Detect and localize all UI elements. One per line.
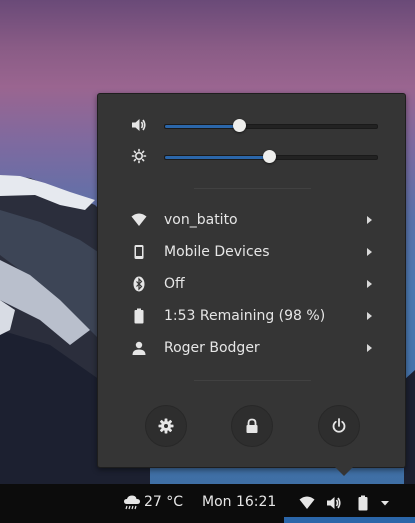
menu-item-user[interactable]: Roger Bodger bbox=[98, 333, 405, 363]
menu-item-bluetooth[interactable]: Off bbox=[98, 269, 405, 299]
brightness-slider-fill bbox=[165, 156, 269, 159]
clock[interactable]: Mon 16:21 bbox=[202, 494, 276, 510]
menu-item-mobile-devices[interactable]: Mobile Devices bbox=[98, 237, 405, 267]
wifi-icon bbox=[131, 213, 147, 226]
user-name-label: Roger Bodger bbox=[164, 340, 260, 356]
panel-pointer bbox=[333, 465, 355, 476]
separator bbox=[194, 188, 311, 189]
brightness-slider-row bbox=[98, 144, 405, 168]
submenu-arrow-icon bbox=[367, 344, 372, 352]
brightness-icon bbox=[131, 148, 147, 164]
menu-item-battery[interactable]: 1:53 Remaining (98 %) bbox=[98, 301, 405, 331]
battery-status-label: 1:53 Remaining (98 %) bbox=[164, 308, 326, 324]
volume-slider-fill bbox=[165, 125, 240, 128]
temperature-label: 27 °C bbox=[144, 494, 184, 510]
lock-icon bbox=[246, 418, 258, 433]
submenu-arrow-icon bbox=[367, 248, 372, 256]
gear-icon bbox=[158, 418, 174, 434]
power-icon bbox=[332, 418, 346, 433]
user-icon bbox=[132, 341, 146, 355]
active-indicator-bar bbox=[284, 517, 415, 523]
volume-slider[interactable] bbox=[164, 119, 378, 132]
volume-slider-handle[interactable] bbox=[233, 119, 247, 132]
lock-button[interactable] bbox=[231, 405, 273, 447]
wifi-network-label: von_batito bbox=[164, 212, 238, 228]
speaker-icon bbox=[132, 119, 146, 131]
submenu-arrow-icon bbox=[367, 280, 372, 288]
menu-item-wifi[interactable]: von_batito bbox=[98, 205, 405, 235]
battery-icon bbox=[134, 308, 144, 324]
brightness-slider[interactable] bbox=[164, 150, 378, 163]
battery-icon bbox=[358, 495, 368, 511]
bluetooth-status-label: Off bbox=[164, 276, 185, 292]
volume-slider-row bbox=[98, 113, 405, 137]
bluetooth-icon bbox=[133, 276, 145, 292]
speaker-icon bbox=[327, 497, 341, 509]
wifi-icon bbox=[299, 496, 315, 509]
phone-icon bbox=[134, 245, 144, 259]
settings-button[interactable] bbox=[145, 405, 187, 447]
dropdown-arrow-icon bbox=[381, 501, 389, 506]
submenu-arrow-icon bbox=[367, 216, 372, 224]
system-menu-panel: von_batito Mobile Devices Off 1:53 Remai… bbox=[97, 93, 406, 468]
brightness-slider-handle[interactable] bbox=[262, 150, 276, 163]
rain-cloud-icon bbox=[124, 495, 140, 510]
mobile-devices-label: Mobile Devices bbox=[164, 244, 270, 260]
separator bbox=[194, 380, 311, 381]
power-button[interactable] bbox=[318, 405, 360, 447]
submenu-arrow-icon bbox=[367, 312, 372, 320]
